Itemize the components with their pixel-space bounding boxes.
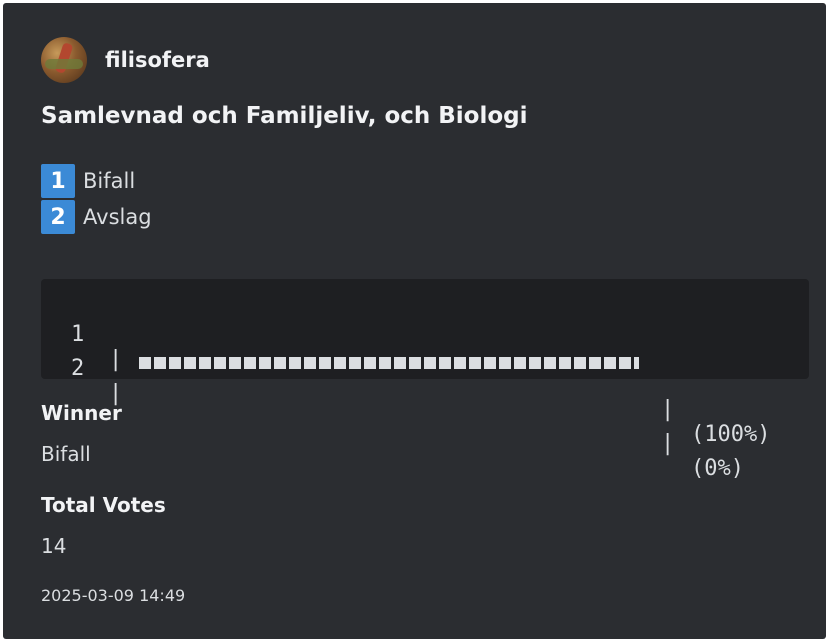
result-index: 2	[71, 356, 85, 381]
result-bar	[139, 341, 639, 355]
result-row: 2 | | (0%)	[71, 331, 744, 481]
option-label: Bifall	[83, 169, 136, 193]
poll-title: Samlevnad och Familjeliv, och Biologi	[41, 103, 528, 129]
poll-options: 1 Bifall 2 Avslag	[41, 163, 152, 235]
result-row: 1 | | (100%)	[71, 297, 770, 447]
total-votes-label: Total Votes	[41, 493, 166, 517]
avatar[interactable]	[41, 37, 87, 83]
result-percent: (0%)	[691, 456, 744, 481]
author: filisofera	[41, 37, 210, 83]
winner-label: Winner	[41, 401, 122, 425]
total-votes-value: 14	[41, 534, 67, 558]
author-name[interactable]: filisofera	[105, 48, 210, 72]
result-percent: (100%)	[691, 422, 771, 447]
option-label: Avslag	[83, 205, 152, 229]
results-codeblock: 1 | | (100%) 2 | | (0%)	[41, 279, 809, 481]
option-1: 1 Bifall	[41, 163, 152, 199]
number-1-badge: 1	[41, 164, 75, 198]
option-2: 2 Avslag	[41, 199, 152, 235]
result-bar	[139, 307, 639, 369]
poll-embed: filisofera Samlevnad och Familjeliv, och…	[3, 3, 826, 639]
result-separator-end: |	[661, 431, 675, 456]
winner-value: Bifall	[41, 442, 91, 466]
result-separator-end: |	[661, 397, 675, 422]
timestamp: 2025-03-09 14:49	[41, 586, 186, 605]
number-2-badge: 2	[41, 200, 75, 234]
